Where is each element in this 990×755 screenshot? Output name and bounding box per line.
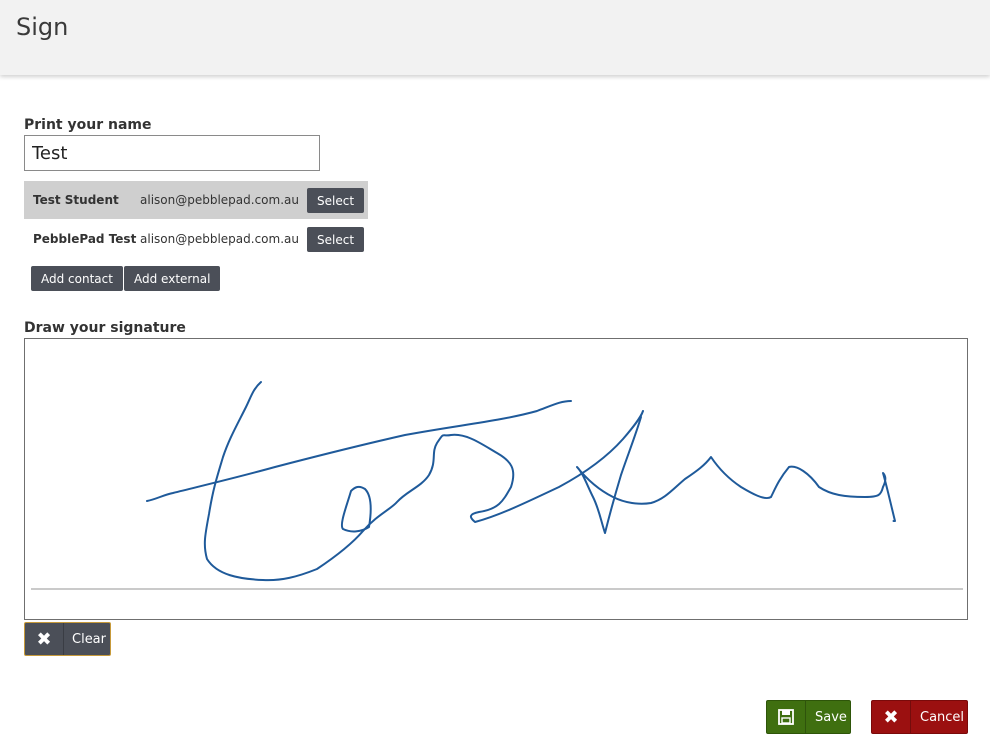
signature-drawing <box>31 381 963 590</box>
cancel-label: Cancel <box>920 709 965 725</box>
signature-stroke <box>576 416 896 534</box>
signature-stroke <box>203 381 644 582</box>
save-button[interactable]: Save <box>766 700 851 734</box>
close-icon: ✖ <box>872 701 911 733</box>
page-header: Sign <box>0 0 990 75</box>
close-icon: ✖ <box>25 623 64 655</box>
signature-canvas[interactable] <box>24 338 968 620</box>
add-external-button[interactable]: Add external <box>124 266 221 291</box>
contact-name: PebblePad Test <box>33 232 137 246</box>
cancel-button[interactable]: ✖ Cancel <box>871 700 968 734</box>
select-contact-button[interactable]: Select <box>307 227 365 252</box>
print-name-label: Print your name <box>24 117 152 133</box>
contact-row[interactable]: PebblePad Test alison@pebblepad.com.au S… <box>24 220 368 258</box>
page-title: Sign <box>16 13 69 41</box>
clear-signature-button[interactable]: ✖ Clear <box>24 622 111 656</box>
floppy-disk-icon <box>767 701 806 733</box>
contact-name: Test Student <box>33 193 119 207</box>
contact-email: alison@pebblepad.com.au <box>140 232 299 246</box>
contact-row[interactable]: Test Student alison@pebblepad.com.au Sel… <box>24 181 368 219</box>
add-contact-button[interactable]: Add contact <box>31 266 123 291</box>
save-label: Save <box>815 709 847 725</box>
draw-signature-label: Draw your signature <box>24 320 186 336</box>
signature-stroke <box>341 485 372 533</box>
select-contact-button[interactable]: Select <box>307 188 365 213</box>
print-name-input[interactable] <box>24 135 320 171</box>
contact-email: alison@pebblepad.com.au <box>140 193 299 207</box>
clear-label: Clear <box>72 631 106 647</box>
